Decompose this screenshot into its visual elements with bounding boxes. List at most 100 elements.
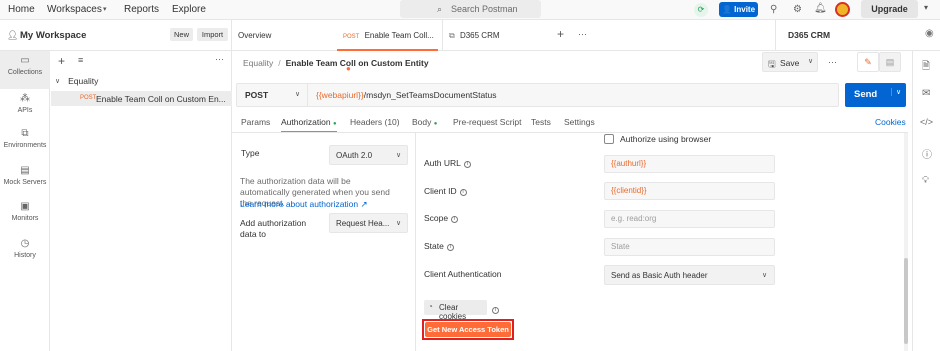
chevron-down-icon: ∨ (808, 58, 814, 65)
new-button[interactable]: New (170, 28, 193, 41)
info-icon: i (459, 189, 467, 196)
tab-active-request[interactable]: POST Enable Team Coll... ● (337, 20, 438, 73)
tab-authorization[interactable]: Authorization ● (281, 117, 337, 133)
tab-params[interactable]: Params (241, 117, 270, 127)
more-icon[interactable]: ··· (215, 54, 224, 64)
comments-icon[interactable]: ▤ (879, 52, 901, 72)
lightbulb-icon[interactable]: 💡︎ (922, 175, 929, 186)
chevron-down-icon[interactable]: ▾ (103, 5, 107, 13)
comments-icon[interactable]: ✉ (922, 88, 930, 99)
clear-cookies-button[interactable]: ◔ Clear cookies (424, 300, 487, 321)
more-icon[interactable]: ··· (578, 29, 587, 39)
filter-icon[interactable]: ≡ (78, 55, 83, 65)
state-field[interactable]: State (604, 238, 775, 256)
chevron-down-icon: ∨ (396, 220, 402, 227)
tab-overview[interactable]: Overview (232, 20, 337, 51)
tab-body[interactable]: Body ● (412, 117, 437, 127)
sidebar-item-monitors[interactable]: ▣ Monitors (0, 201, 50, 222)
chevron-down-icon: ∨ (396, 152, 402, 159)
sidebar-item-collections[interactable]: ▭ Collections (0, 51, 50, 89)
avatar[interactable] (835, 2, 850, 17)
invite-button[interactable]: 👤 Invite (719, 2, 758, 17)
scope-field[interactable]: e.g. read:org (604, 210, 775, 228)
tab-settings[interactable]: Settings (564, 117, 595, 127)
add-user-icon: 👤 (721, 5, 732, 14)
breadcrumb: Equality / Enable Team Coll on Custom En… (243, 58, 429, 68)
satellite-icon[interactable]: ⚲ (770, 4, 777, 15)
history-icon: ◷ (20, 238, 30, 249)
auth-url-label: Auth URL i (424, 158, 471, 168)
cookie-icon: ◔ (428, 302, 433, 311)
more-icon[interactable]: ··· (828, 57, 837, 67)
info-icon: i (446, 244, 454, 251)
workspace-name: My Workspace (20, 30, 87, 41)
eye-icon[interactable]: ◉ (925, 28, 934, 39)
divider (232, 132, 908, 133)
sidebar-item-environments[interactable]: ⧉ Environments (0, 128, 50, 149)
url-bar: POST ∨ {{webapiurl}}/msdyn_SetTeamsDocum… (236, 83, 839, 107)
upgrade-button[interactable]: Upgrade (861, 0, 918, 18)
mock-server-icon: ▤ (20, 165, 30, 176)
search-input[interactable]: ⌕ Search Postman (400, 0, 541, 18)
chevron-down-icon[interactable]: ▾ (924, 3, 928, 12)
nav-home[interactable]: Home (8, 0, 35, 20)
scope-label: Scope i (424, 213, 459, 223)
sidebar-nav: ▭ Collections ⁂ APIs ⧉ Environments ▤ Mo… (0, 51, 50, 351)
apis-icon: ⁂ (20, 93, 30, 104)
nav-workspaces[interactable]: Workspaces (47, 0, 102, 20)
info-icon[interactable]: i (492, 304, 499, 314)
import-button[interactable]: Import (197, 28, 228, 41)
scrollbar-thumb[interactable] (904, 258, 908, 344)
type-label: Type (241, 148, 260, 158)
tab-headers[interactable]: Headers (10) (350, 117, 400, 127)
info-icon[interactable]: ⓘ (922, 146, 932, 161)
tab-d365-crm[interactable]: ⧉ D365 CRM (442, 20, 550, 51)
user-icon: 👤︎ (7, 30, 19, 40)
bell-icon[interactable]: 🔔︎ (814, 3, 827, 14)
settings-icon[interactable]: ⚙ (793, 4, 802, 15)
environment-select[interactable]: D365 CRM (775, 20, 915, 51)
collections-icon: ▭ (20, 55, 30, 66)
plus-icon[interactable]: + (557, 27, 564, 41)
info-icon: i (451, 216, 459, 223)
chevron-down-icon: ∨ (295, 91, 301, 98)
monitor-icon: ▣ (20, 201, 30, 212)
sync-status-icon[interactable]: ⟳ (694, 3, 708, 17)
tab-tests[interactable]: Tests (531, 117, 551, 127)
client-id-label: Client ID i (424, 186, 467, 196)
url-input[interactable]: {{webapiurl}}/msdyn_SetTeamsDocumentStat… (316, 90, 497, 100)
tab-pre-request-script[interactable]: Pre-request Script (453, 117, 522, 127)
chevron-down-icon: ∨ (55, 78, 61, 85)
method-select[interactable]: POST ∨ (237, 84, 308, 106)
add-to-label: Add authorization data to (240, 218, 307, 239)
state-label: State i (424, 241, 454, 251)
plus-icon[interactable]: + (58, 54, 65, 68)
get-token-highlight: Get New Access Token (422, 319, 514, 340)
client-auth-select[interactable]: Send as Basic Auth header ∨ (604, 265, 775, 285)
code-icon[interactable]: </> (920, 117, 933, 127)
client-id-field[interactable]: {{clientid}} (604, 182, 775, 200)
auth-url-field[interactable]: {{authurl}} (604, 155, 775, 173)
tree-request[interactable]: POST Enable Team Coll on Custom En... (51, 91, 232, 106)
search-icon: ⌕ (437, 4, 443, 14)
get-new-access-token-button[interactable]: Get New Access Token (425, 322, 511, 337)
authorize-browser-checkbox[interactable]: Authorize using browser (604, 134, 711, 144)
sidebar-item-mock-servers[interactable]: ▤ Mock Servers (0, 165, 50, 186)
tree-collection[interactable]: ∨ Equality (55, 76, 98, 86)
save-button[interactable]: 🖫 Save ∨ (762, 52, 818, 72)
nav-explore[interactable]: Explore (172, 0, 206, 20)
documentation-icon[interactable]: 🗎︎ (922, 59, 930, 76)
learn-more-link[interactable]: Learn more about authorization ↗ (240, 199, 368, 210)
nav-reports[interactable]: Reports (124, 0, 159, 20)
add-to-select[interactable]: Request Hea... ∨ (329, 213, 408, 233)
send-button[interactable]: Send ∨ (845, 83, 906, 107)
auth-type-select[interactable]: OAuth 2.0 ∨ (329, 145, 408, 165)
active-dot-icon: ● (333, 121, 337, 127)
sidebar-item-history[interactable]: ◷ History (0, 238, 50, 259)
environments-icon: ⧉ (21, 128, 29, 139)
edit-icon[interactable]: ✎ (857, 52, 879, 72)
info-icon: i (463, 161, 471, 168)
environment-icon: ⧉ (449, 31, 455, 40)
cookies-link[interactable]: Cookies (875, 117, 906, 127)
sidebar-item-apis[interactable]: ⁂ APIs (0, 93, 50, 114)
